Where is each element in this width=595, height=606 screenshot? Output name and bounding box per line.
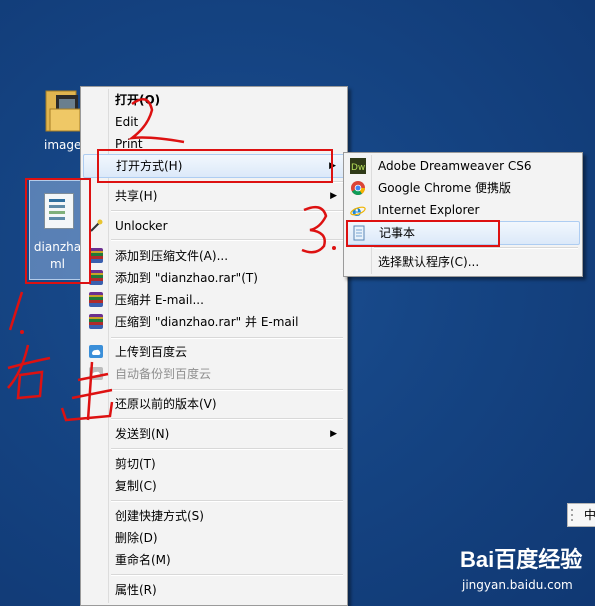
menu-item-properties[interactable]: 属性(R) xyxy=(83,579,345,601)
notepad-icon xyxy=(351,225,367,241)
context-menu: 打开(O) Edit Print 打开方式(H) ▶ 共享(H) ▶ Unloc… xyxy=(80,86,348,606)
internet-explorer-icon: e xyxy=(350,202,366,220)
menu-item-delete[interactable]: 删除(D) xyxy=(83,527,345,549)
menu-item-unlocker[interactable]: Unlocker xyxy=(83,215,345,237)
menu-item-create-shortcut[interactable]: 创建快捷方式(S) xyxy=(83,505,345,527)
submenu-item-internet-explorer[interactable]: e Internet Explorer xyxy=(346,199,580,221)
submenu-item-choose-default[interactable]: 选择默认程序(C)... xyxy=(346,251,580,273)
baidu-cloud-icon xyxy=(89,344,103,359)
submenu-item-dreamweaver[interactable]: Dw Adobe Dreamweaver CS6 xyxy=(346,155,580,177)
menu-separator xyxy=(374,247,578,249)
menu-item-add-to-archive[interactable]: 添加到压缩文件(A)... xyxy=(83,245,345,267)
menu-item-open[interactable]: 打开(O) xyxy=(83,89,345,111)
menu-item-auto-backup-baidu: 自动备份到百度云 xyxy=(83,363,345,385)
baidu-jingyan-watermark: Bai百度经验 jingyan.baidu.com xyxy=(460,538,590,598)
dreamweaver-icon: Dw xyxy=(350,158,366,174)
winrar-icon xyxy=(89,314,103,329)
svg-text:Dw: Dw xyxy=(351,163,365,173)
baidu-cloud-icon xyxy=(89,366,103,381)
menu-item-compress-rar-email[interactable]: 压缩到 "dianzhao.rar" 并 E-mail xyxy=(83,311,345,333)
menu-item-rename[interactable]: 重命名(M) xyxy=(83,549,345,571)
menu-item-add-to-rar[interactable]: 添加到 "dianzhao.rar"(T) xyxy=(83,267,345,289)
winrar-icon xyxy=(89,292,103,307)
winrar-icon xyxy=(89,270,103,285)
menu-item-copy[interactable]: 复制(C) xyxy=(83,475,345,497)
selected-file-icon[interactable]: dianzha ml xyxy=(29,180,86,280)
watermark-brand: Bai百度经验 xyxy=(460,547,583,572)
menu-item-compress-email[interactable]: 压缩并 E-mail... xyxy=(83,289,345,311)
chrome-icon xyxy=(350,180,366,196)
menu-item-restore-versions[interactable]: 还原以前的版本(V) xyxy=(83,393,345,415)
submenu-arrow-icon: ▶ xyxy=(329,161,336,171)
unlocker-wand-icon xyxy=(89,218,103,233)
submenu-item-notepad[interactable]: 记事本 xyxy=(346,221,580,245)
menu-item-share[interactable]: 共享(H) ▶ xyxy=(83,185,345,207)
menu-item-edit[interactable]: Edit xyxy=(83,111,345,133)
menu-separator xyxy=(111,181,343,183)
menu-separator xyxy=(111,210,343,212)
file-label: dianzha ml xyxy=(33,240,82,271)
menu-item-open-with[interactable]: 打开方式(H) ▶ xyxy=(83,154,345,178)
open-with-submenu: Dw Adobe Dreamweaver CS6 Google Chrome 便… xyxy=(343,152,583,277)
menu-item-cut[interactable]: 剪切(T) xyxy=(83,453,345,475)
winrar-icon xyxy=(89,248,103,263)
menu-separator xyxy=(111,448,343,450)
menu-separator xyxy=(111,574,343,576)
menu-item-send-to[interactable]: 发送到(N) ▶ xyxy=(83,423,345,445)
menu-separator xyxy=(111,337,343,339)
submenu-arrow-icon: ▶ xyxy=(330,429,337,439)
desktop: images dianzha ml 打开(O) Edit Print 打开方式(… xyxy=(0,0,595,606)
html-file-icon xyxy=(44,193,74,229)
menu-separator xyxy=(111,389,343,391)
menu-separator xyxy=(111,418,343,420)
menu-separator xyxy=(111,239,343,241)
menu-item-print[interactable]: Print xyxy=(83,133,345,155)
ime-indicator[interactable]: 中 xyxy=(567,503,595,527)
menu-item-upload-baidu[interactable]: 上传到百度云 xyxy=(83,341,345,363)
watermark-url: jingyan.baidu.com xyxy=(462,578,573,592)
submenu-item-chrome[interactable]: Google Chrome 便携版 xyxy=(346,177,580,199)
submenu-arrow-icon: ▶ xyxy=(330,191,337,201)
menu-separator xyxy=(111,500,343,502)
images-folder-icon[interactable] xyxy=(44,85,84,135)
